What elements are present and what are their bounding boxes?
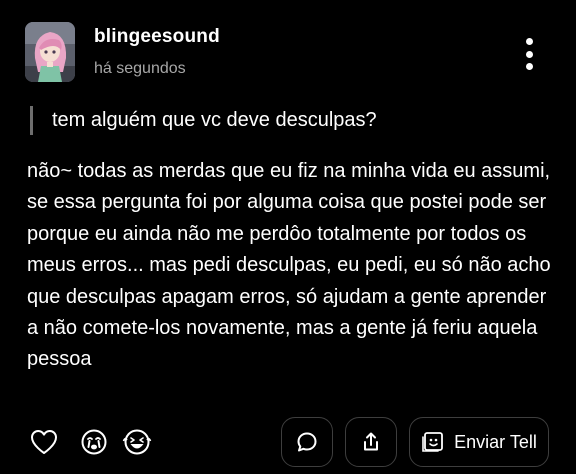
- question-block: tem alguém que vc deve desculpas?: [30, 106, 550, 135]
- cry-reaction-button[interactable]: [78, 426, 110, 458]
- share-button[interactable]: [345, 417, 397, 467]
- answer-post: blingeesound há segundos tem alguém que …: [0, 0, 576, 474]
- reply-button[interactable]: [281, 417, 333, 467]
- heart-icon: [31, 430, 57, 454]
- crying-face-icon: [81, 429, 107, 455]
- send-tell-label: Enviar Tell: [454, 431, 537, 452]
- answer-text: não~ todas as merdas que eu fiz na minha…: [27, 160, 551, 371]
- share-icon: [364, 432, 378, 451]
- reply-bubble-icon: [297, 432, 317, 452]
- question-text: tem alguém que vc deve desculpas?: [52, 109, 377, 131]
- avatar-image: [25, 22, 75, 82]
- like-button[interactable]: [28, 426, 60, 458]
- tell-icon: [422, 432, 444, 452]
- more-options-button[interactable]: [514, 34, 544, 74]
- send-tell-button[interactable]: Enviar Tell: [409, 417, 549, 467]
- laughing-face-icon: [122, 429, 152, 455]
- avatar[interactable]: [25, 22, 75, 82]
- more-dot-icon: [525, 50, 533, 58]
- username[interactable]: blingeesound: [94, 26, 220, 48]
- more-dot-icon: [525, 38, 533, 45]
- quote-bar: [30, 106, 33, 135]
- more-dot-icon: [525, 63, 533, 70]
- timestamp: há segundos: [94, 60, 186, 77]
- laugh-reaction-button[interactable]: [121, 426, 153, 458]
